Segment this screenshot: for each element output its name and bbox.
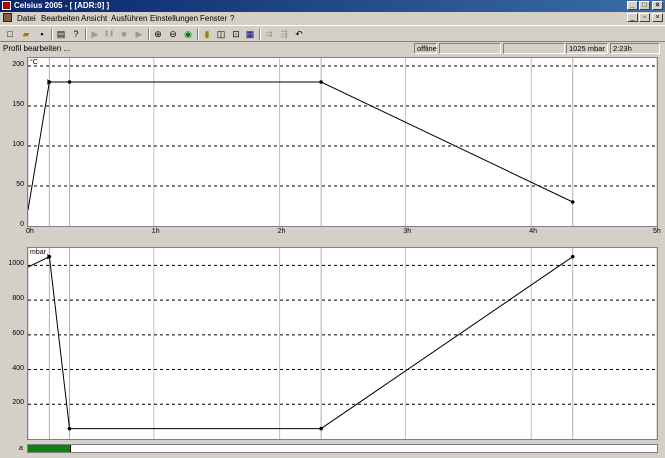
toolbar-separator — [197, 28, 199, 40]
menu-fenster[interactable]: Fenster — [200, 14, 227, 23]
y-tick-label: 50 — [16, 181, 24, 188]
view-temperature-icon[interactable]: ▮ — [201, 28, 213, 40]
pressure-status: 1025 mbar — [566, 43, 608, 54]
app-icon[interactable] — [2, 1, 11, 10]
new-file-icon[interactable]: □ — [4, 28, 16, 40]
temperature-chart[interactable]: °C — [27, 57, 658, 227]
mdi-close-button[interactable]: × — [652, 13, 663, 22]
profile-point-marker — [319, 80, 323, 84]
step-icon[interactable]: ▶ — [133, 28, 145, 40]
menu-bar: Datei Bearbeiten Ansicht Ausführen Einst… — [0, 12, 665, 24]
toolbar-separator — [51, 28, 53, 40]
print-icon[interactable]: ▤ — [55, 28, 67, 40]
y-tick-label: 400 — [12, 364, 24, 372]
mdi-restore-button[interactable]: ▫ — [639, 13, 650, 22]
y-tick-label: 0 — [20, 221, 24, 228]
profile-point-marker — [570, 200, 575, 204]
profile-line — [28, 255, 573, 430]
window-title: Celsius 2005 - [ [ADR:0] ] — [14, 1, 110, 10]
status-message: Profil bearbeiten ... — [3, 44, 71, 53]
view-frame-icon[interactable]: ⊡ — [230, 28, 242, 40]
zoom-in-icon[interactable]: ⊕ — [152, 28, 164, 40]
close-button[interactable]: × — [652, 1, 663, 10]
chart-plot-area — [28, 58, 657, 226]
chart-plot-area — [28, 248, 657, 439]
duration-status: 2:23h — [610, 43, 660, 54]
y-tick-label: 100 — [12, 141, 24, 148]
toolbar-separator — [148, 28, 150, 40]
x-tick-label: 4h — [529, 228, 537, 235]
save-icon[interactable]: ▪ — [36, 28, 48, 40]
x-tick-label: 2h — [277, 228, 286, 235]
x-tick-label: 5h — [653, 228, 661, 235]
menu-bearbeiten[interactable]: Bearbeiten — [41, 14, 80, 23]
menu-einstellungen[interactable]: Einstellungen — [150, 14, 198, 23]
view-split-icon[interactable]: ◫ — [215, 28, 227, 40]
title-bar: Celsius 2005 - [ [ADR:0] ] _ □ × — [0, 0, 665, 12]
profile-point-marker — [67, 80, 72, 84]
status-field-empty — [439, 43, 501, 54]
pause-icon[interactable]: ❚❚ — [103, 28, 115, 40]
profile-point-marker — [67, 426, 72, 431]
toolbar: □ ▰ ▪ ▤ ? ▶ ❚❚ ■ ▶ ⊕ ⊖ ◉ ▮ ◫ ⊡ ▦ ⇉ ⇶ ↶ — [0, 25, 665, 42]
undo-icon[interactable]: ↶ — [293, 28, 305, 40]
program-progress-bar — [27, 444, 658, 453]
view-table-icon[interactable]: ▦ — [244, 28, 256, 40]
stop-icon[interactable]: ■ — [118, 28, 130, 40]
progress-label: a — [19, 445, 23, 452]
edit-delete-icon[interactable]: ⇶ — [278, 28, 290, 40]
help-icon[interactable]: ? — [70, 28, 82, 40]
open-folder-icon[interactable]: ▰ — [20, 28, 32, 40]
x-tick-label: 1h — [151, 228, 160, 235]
profile-point-marker — [570, 254, 575, 259]
y-tick-label: 200 — [12, 399, 24, 407]
connection-status: offline — [414, 43, 437, 54]
status-field-empty — [503, 43, 565, 54]
y-tick-label: 800 — [12, 295, 24, 303]
menu-help[interactable]: ? — [230, 14, 234, 23]
x-tick-label: 3h — [403, 228, 412, 235]
x-tick-label: 0h — [26, 228, 34, 235]
menu-ansicht[interactable]: Ansicht — [81, 14, 107, 23]
y-tick-label: 150 — [12, 101, 24, 108]
toolbar-separator — [85, 28, 87, 40]
zoom-fit-icon[interactable]: ◉ — [182, 28, 194, 40]
maximize-button[interactable]: □ — [639, 1, 650, 10]
zoom-out-icon[interactable]: ⊖ — [167, 28, 179, 40]
y-tick-label: 1000 — [8, 260, 24, 268]
menu-ausfuehren[interactable]: Ausführen — [111, 14, 147, 23]
menu-datei[interactable]: Datei — [17, 14, 36, 23]
toolbar-separator — [259, 28, 261, 40]
edit-insert-icon[interactable]: ⇉ — [263, 28, 275, 40]
y-tick-label: 600 — [12, 329, 24, 337]
mdi-minimize-button[interactable]: _ — [627, 13, 638, 22]
minimize-button[interactable]: _ — [627, 1, 638, 10]
progress-fill — [28, 445, 71, 452]
pressure-chart[interactable]: mbar — [27, 247, 658, 440]
y-tick-label: 200 — [12, 61, 24, 68]
document-icon[interactable] — [3, 13, 12, 22]
profile-point-marker — [319, 426, 323, 431]
run-icon[interactable]: ▶ — [89, 28, 101, 40]
status-row: Profil bearbeiten ... offline 1025 mbar … — [0, 43, 665, 55]
